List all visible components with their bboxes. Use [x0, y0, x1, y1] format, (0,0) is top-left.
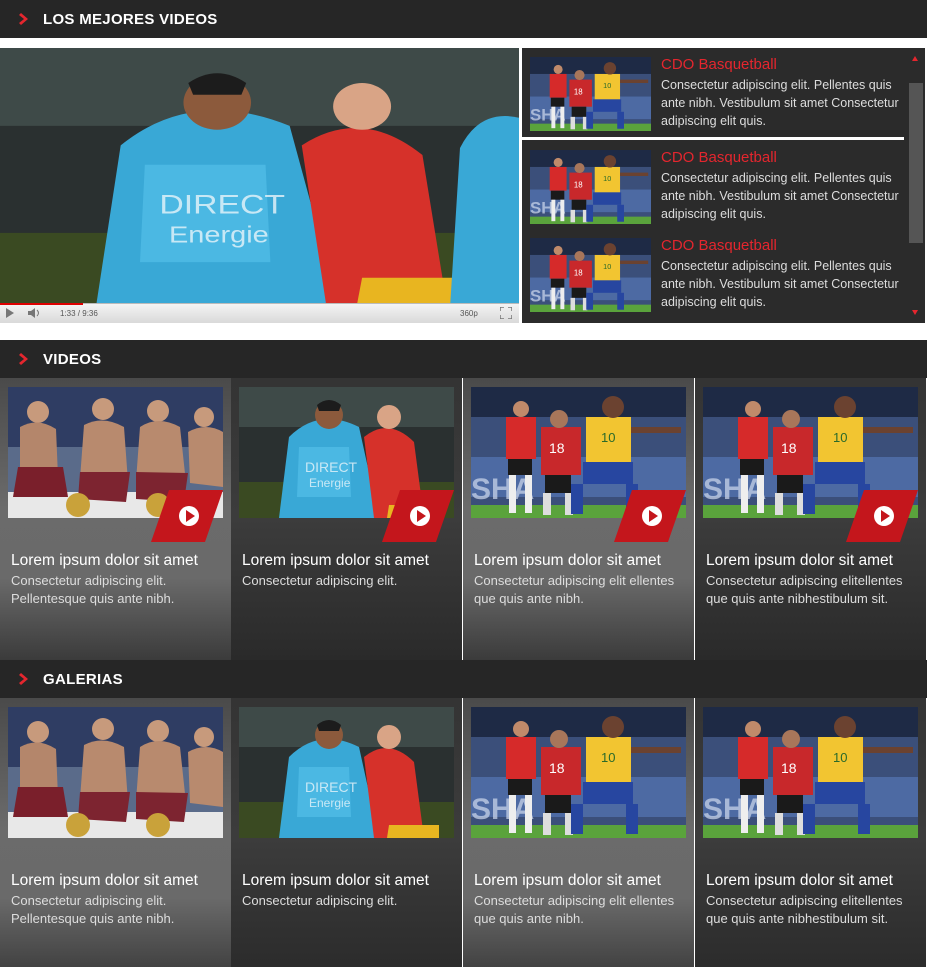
section-header-best-videos: LOS MEJORES VIDEOS — [0, 0, 927, 38]
video-card[interactable]: Lorem ipsum dolor sit amet Consectetur a… — [0, 378, 231, 660]
gallery-desc: Consectetur adipiscing elitellentes que … — [706, 893, 903, 926]
video-title[interactable]: Lorem ipsum dolor sit amet — [474, 552, 661, 570]
video-title[interactable]: Lorem ipsum dolor sit amet — [706, 552, 893, 570]
video-desc: Consectetur adipiscing elit. Pellentesqu… — [11, 573, 175, 606]
scroll-down-icon[interactable] — [912, 310, 918, 315]
playlist-item-desc: Consectetur adipiscing elit. Pellentes q… — [661, 259, 899, 309]
fullscreen-icon[interactable] — [500, 307, 512, 319]
play-icon[interactable] — [5, 307, 15, 319]
gallery-thumbnail — [471, 707, 686, 838]
playlist: CDO Basquetball Consectetur adipiscing e… — [522, 48, 925, 323]
volume-icon[interactable] — [28, 307, 42, 319]
progress-bar[interactable] — [0, 303, 83, 305]
gallery-title[interactable]: Lorem ipsum dolor sit amet — [242, 872, 429, 890]
gallery-desc: Consectetur adipiscing elit. Pellentesqu… — [11, 893, 175, 926]
section-header-videos: VIDEOS — [0, 340, 927, 378]
scroll-up-icon[interactable] — [912, 56, 918, 61]
playlist-item-title[interactable]: CDO Basquetball — [661, 149, 777, 166]
video-card[interactable]: Lorem ipsum dolor sit amet Consectetur a… — [695, 378, 926, 660]
playlist-item-desc: Consectetur adipiscing elit. Pellentes q… — [661, 171, 899, 221]
video-title[interactable]: Lorem ipsum dolor sit amet — [242, 552, 429, 570]
gallery-thumbnail — [703, 707, 918, 838]
playlist-item[interactable]: CDO Basquetball Consectetur adipiscing e… — [522, 141, 904, 227]
video-desc: Consectetur adipiscing elit. — [242, 573, 398, 588]
section-title: VIDEOS — [43, 351, 102, 368]
section-title: GALERIAS — [43, 671, 123, 688]
video-desc: Consectetur adipiscing elitellentes que … — [706, 573, 903, 606]
playlist-thumbnail — [530, 150, 651, 224]
video-card[interactable]: Lorem ipsum dolor sit amet Consectetur a… — [463, 378, 694, 660]
playlist-thumbnail — [530, 238, 651, 312]
playlist-item-desc: Consectetur adipiscing elit. Pellentes q… — [661, 78, 899, 128]
video-title[interactable]: Lorem ipsum dolor sit amet — [11, 552, 198, 570]
gallery-card[interactable]: Lorem ipsum dolor sit amet Consectetur a… — [695, 698, 926, 967]
gallery-thumbnail — [239, 707, 454, 838]
gallery-desc: Consectetur adipiscing elit ellentes que… — [474, 893, 675, 926]
gallery-title[interactable]: Lorem ipsum dolor sit amet — [706, 872, 893, 890]
chevron-right-icon — [19, 13, 28, 25]
playlist-item[interactable]: CDO Basquetball Consectetur adipiscing e… — [522, 229, 904, 315]
playlist-item-title[interactable]: CDO Basquetball — [661, 56, 777, 73]
gallery-title[interactable]: Lorem ipsum dolor sit amet — [11, 872, 198, 890]
section-title: LOS MEJORES VIDEOS — [43, 11, 218, 28]
quality-selector[interactable]: 360p — [460, 307, 478, 319]
gallery-card[interactable]: Lorem ipsum dolor sit amet Consectetur a… — [0, 698, 231, 967]
video-desc: Consectetur adipiscing elit ellentes que… — [474, 573, 675, 606]
gallery-desc: Consectetur adipiscing elit. — [242, 893, 398, 908]
playlist-item-title[interactable]: CDO Basquetball — [661, 237, 777, 254]
play-icon[interactable] — [614, 490, 686, 542]
time-display: 1:33 / 9:36 — [60, 308, 98, 318]
divider — [522, 137, 904, 140]
play-icon[interactable] — [382, 490, 454, 542]
chevron-right-icon — [19, 673, 28, 685]
video-frame-edge — [450, 116, 519, 308]
gallery-card[interactable]: Lorem ipsum dolor sit amet Consectetur a… — [231, 698, 462, 967]
video-card[interactable]: Lorem ipsum dolor sit amet Consectetur a… — [231, 378, 462, 660]
gallery-title[interactable]: Lorem ipsum dolor sit amet — [474, 872, 661, 890]
play-icon[interactable] — [151, 490, 223, 542]
chevron-right-icon — [19, 353, 28, 365]
video-player[interactable] — [0, 48, 519, 323]
scrollbar[interactable] — [909, 83, 923, 243]
player-controls: 1:33 / 9:36 360p — [0, 303, 519, 323]
gallery-card[interactable]: Lorem ipsum dolor sit amet Consectetur a… — [463, 698, 694, 967]
section-header-galleries: GALERIAS — [0, 660, 927, 698]
gallery-thumbnail — [8, 707, 223, 838]
playlist-thumbnail — [530, 57, 651, 131]
playlist-item[interactable]: CDO Basquetball Consectetur adipiscing e… — [522, 48, 904, 134]
play-icon[interactable] — [846, 490, 918, 542]
